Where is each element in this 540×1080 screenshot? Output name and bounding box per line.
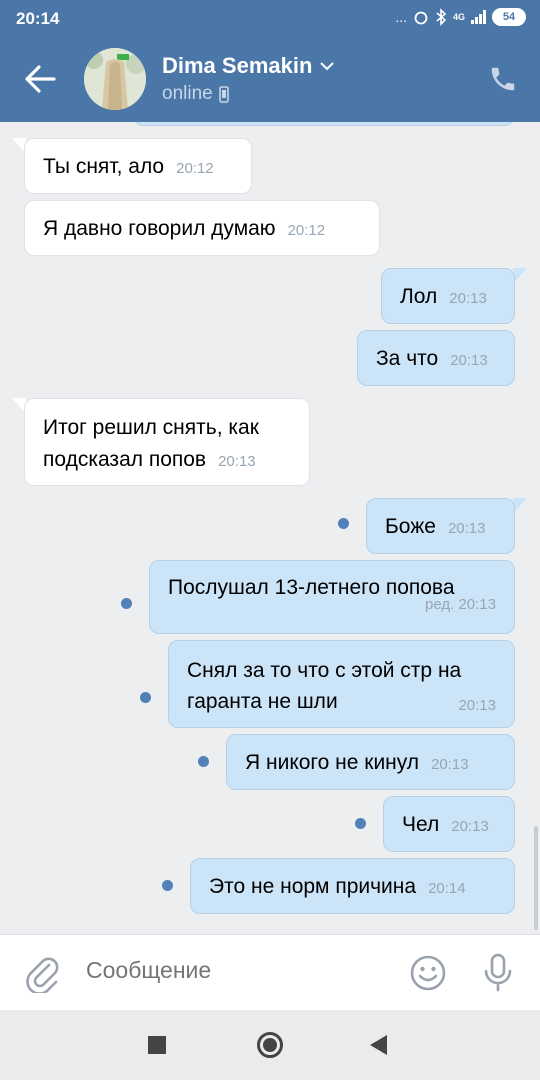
message-outgoing[interactable]: Лол 20:13	[381, 268, 515, 324]
message-text: Послушал 13-летнего попова	[168, 576, 455, 599]
message-text: Это не норм причина	[209, 875, 417, 898]
message-text: Лол	[400, 285, 438, 308]
message-list[interactable]: Ты снят, ало 20:12 Я давно говорил думаю 2…	[0, 122, 540, 934]
contact-name-text: Dima Semakin	[162, 53, 313, 78]
message-time: 20:13	[458, 697, 496, 714]
message-outgoing[interactable]: Чел 20:13	[383, 796, 515, 852]
message-incoming[interactable]: Ты снят, ало 20:12	[24, 138, 252, 194]
battery-icon: 54	[492, 8, 526, 26]
alarm-icon	[414, 11, 428, 25]
bubble-tail	[513, 268, 527, 284]
message-outgoing[interactable]: За что 20:13	[357, 330, 515, 386]
contact-status-text: online	[162, 83, 213, 104]
avatar[interactable]	[84, 48, 146, 110]
message-outgoing[interactable]: Это не норм причина 20:14	[190, 858, 515, 914]
message-text: Я никого не кинул	[245, 751, 420, 774]
message-text: Ты снят, ало	[43, 155, 165, 178]
chat-header: Dima Semakin online	[0, 36, 540, 122]
status-icons: ... 4G 54	[395, 8, 526, 26]
network-type: 4G	[452, 11, 465, 22]
message-bubble-partial	[134, 122, 514, 126]
message-time: 20:13	[449, 290, 487, 307]
unread-indicator	[121, 598, 132, 609]
unread-indicator	[338, 518, 349, 529]
message-incoming[interactable]: Итог решил снять, как подсказал попов 20:…	[24, 398, 310, 486]
attach-icon[interactable]	[24, 953, 60, 993]
message-time: 20:13	[218, 453, 256, 470]
contact-status: online	[162, 83, 229, 105]
nav-back-icon[interactable]	[370, 1035, 387, 1055]
unread-indicator	[355, 818, 366, 829]
message-time: 20:12	[176, 160, 214, 177]
unread-indicator	[140, 692, 151, 703]
message-text: За что	[376, 347, 439, 370]
message-text: Чел	[402, 813, 440, 836]
unread-indicator	[162, 880, 173, 891]
scrollbar[interactable]	[534, 826, 538, 930]
bluetooth-icon	[436, 8, 447, 26]
message-time: 20:13	[450, 352, 488, 369]
message-outgoing[interactable]: Снял за то что с этой стр на гаранта не …	[168, 640, 515, 728]
message-text: Снял за то что с этой стр на гаранта не …	[187, 659, 462, 713]
back-arrow-icon[interactable]	[22, 62, 58, 96]
message-outgoing[interactable]: Боже 20:13	[366, 498, 515, 554]
nav-recents-icon[interactable]	[148, 1036, 166, 1054]
signal-icon	[471, 10, 486, 24]
message-time: 20:13	[447, 520, 486, 537]
contact-name[interactable]: Dima Semakin	[162, 53, 335, 79]
mic-icon[interactable]	[483, 953, 513, 993]
message-incoming[interactable]: Я давно говорил думаю 20:12	[24, 200, 380, 256]
phone-icon[interactable]	[488, 64, 518, 94]
message-time: 20:13	[431, 756, 469, 773]
message-time-edited: ред. 20:13	[425, 596, 496, 613]
message-input[interactable]	[86, 957, 386, 984]
bubble-tail	[513, 498, 527, 514]
emoji-icon[interactable]	[410, 955, 446, 991]
message-time: 20:13	[451, 818, 489, 835]
message-time: 20:14	[428, 880, 466, 897]
message-text: Я давно говорил думаю	[43, 217, 276, 240]
unread-indicator	[198, 756, 209, 767]
system-nav-bar	[0, 1010, 540, 1080]
message-composer	[0, 934, 540, 1010]
notification-dots-icon: ...	[395, 9, 407, 25]
message-outgoing[interactable]: Послушал 13-летнего попова ред. 20:13	[149, 560, 515, 634]
status-time: 20:14	[16, 9, 60, 28]
status-bar: 20:14 ... 4G 54	[0, 0, 540, 36]
nav-home-icon[interactable]	[257, 1032, 283, 1058]
avatar-image	[84, 48, 146, 110]
message-text: Боже	[385, 515, 436, 538]
message-time: 20:12	[287, 222, 326, 239]
chevron-down-icon[interactable]	[320, 61, 335, 71]
message-outgoing[interactable]: Я никого не кинул 20:13	[226, 734, 515, 790]
mobile-icon	[218, 85, 229, 103]
